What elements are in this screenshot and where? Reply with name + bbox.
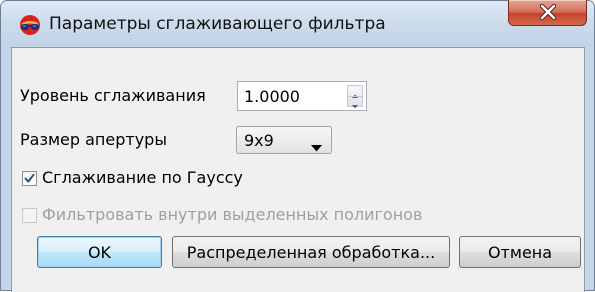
window-title: Параметры сглаживающего фильтра bbox=[49, 14, 386, 34]
sunglasses-icon bbox=[19, 14, 41, 36]
aperture-size-label: Размер апертуры bbox=[20, 130, 167, 149]
aperture-size-select[interactable]: 9x9 bbox=[236, 126, 332, 154]
smoothing-level-label: Уровень сглаживания bbox=[20, 86, 206, 105]
dialog-content: Уровень сглаживания 1.0000 Размер аперту… bbox=[11, 47, 585, 292]
spin-up-icon[interactable] bbox=[348, 86, 362, 98]
smoothing-level-spinbox[interactable]: 1.0000 bbox=[237, 81, 367, 111]
chevron-down-icon bbox=[311, 137, 322, 152]
gauss-label[interactable]: Сглаживание по Гауссу bbox=[42, 168, 243, 187]
distributed-processing-button[interactable]: Распределенная обработка... bbox=[172, 236, 450, 268]
aperture-size-value: 9x9 bbox=[244, 131, 274, 150]
dialog-window: Параметры сглаживающего фильтра Уровень … bbox=[0, 0, 595, 292]
polygon-filter-checkbox[interactable] bbox=[22, 208, 37, 223]
title-bar[interactable]: Параметры сглаживающего фильтра bbox=[1, 0, 594, 47]
spin-buttons[interactable] bbox=[347, 85, 363, 109]
ok-button[interactable]: OK bbox=[37, 236, 162, 268]
close-button[interactable] bbox=[508, 0, 587, 26]
spin-down-icon[interactable] bbox=[348, 96, 362, 109]
gauss-checkbox[interactable] bbox=[22, 171, 37, 186]
close-icon bbox=[538, 3, 558, 21]
smoothing-level-value[interactable]: 1.0000 bbox=[244, 87, 300, 106]
cancel-button[interactable]: Отмена bbox=[459, 236, 581, 268]
polygon-filter-label: Фильтровать внутри выделенных полигонов bbox=[42, 205, 423, 224]
